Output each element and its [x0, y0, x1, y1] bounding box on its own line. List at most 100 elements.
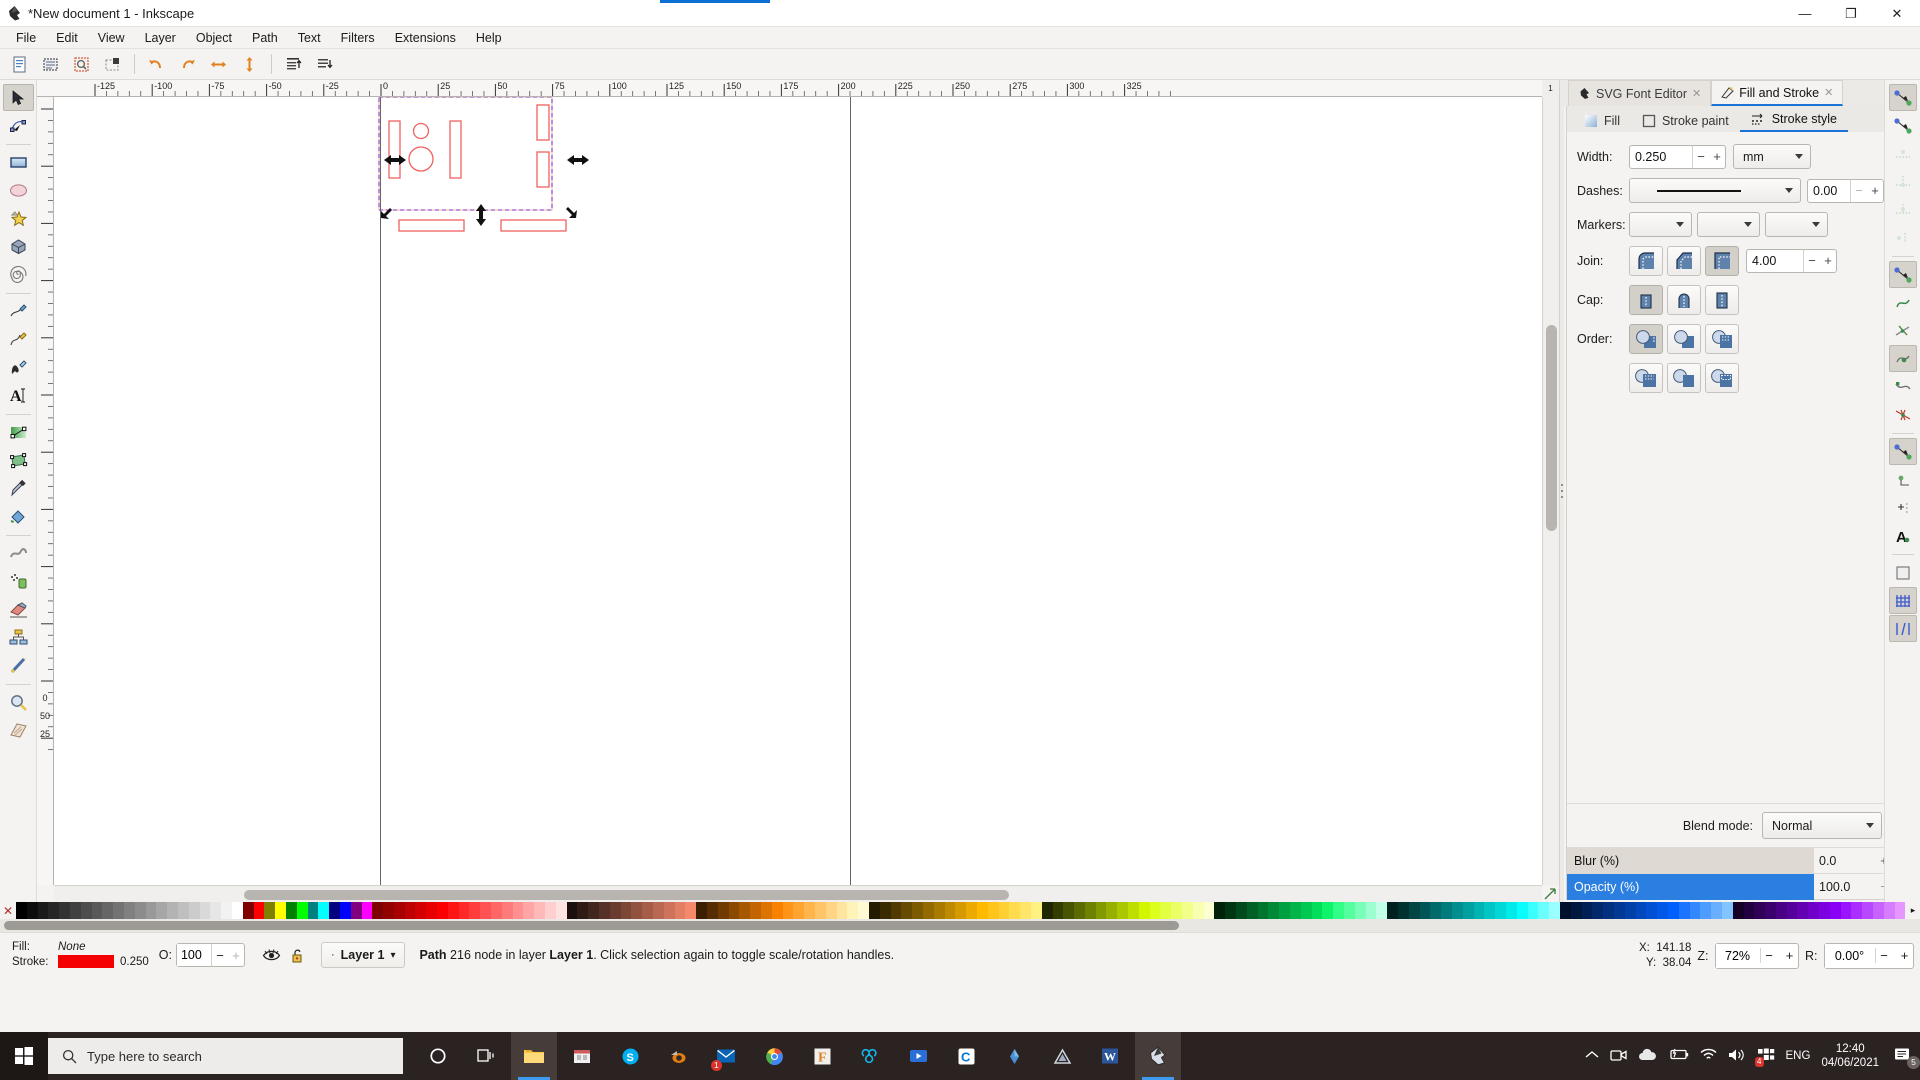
eye-icon[interactable]	[259, 948, 285, 963]
palette-swatch[interactable]	[599, 902, 610, 919]
palette-swatch[interactable]	[685, 902, 697, 919]
palette-swatch[interactable]	[728, 902, 740, 919]
speaker-icon[interactable]	[1728, 1048, 1746, 1065]
miter-limit-decrement[interactable]: −	[1804, 250, 1820, 272]
battery-charging-icon[interactable]	[1668, 1048, 1689, 1064]
join-miter-button[interactable]	[1705, 246, 1739, 276]
cap-square-button[interactable]	[1705, 285, 1739, 315]
palette-swatch[interactable]	[253, 902, 265, 919]
palette-swatch[interactable]	[707, 902, 718, 919]
palette-swatch[interactable]	[426, 902, 438, 919]
palette-swatch[interactable]	[631, 902, 643, 919]
palette-swatch[interactable]	[1505, 902, 1517, 919]
palette-swatch[interactable]	[1408, 902, 1420, 919]
cap-round-button[interactable]	[1667, 285, 1701, 315]
miter-limit-input[interactable]	[1747, 250, 1803, 272]
blend-mode-dropdown[interactable]: Normal	[1762, 812, 1882, 839]
palette-swatch[interactable]	[1290, 902, 1301, 919]
palette-swatch[interactable]	[750, 902, 761, 919]
palette-swatch[interactable]	[1657, 902, 1668, 919]
palette-swatch[interactable]	[922, 902, 934, 919]
palette-scrollbar[interactable]	[0, 919, 1920, 932]
scale-handle-right[interactable]	[567, 153, 589, 167]
palette-swatch[interactable]	[1214, 902, 1226, 919]
palette-swatch[interactable]	[534, 902, 546, 919]
snap-page-border-toggle[interactable]	[1889, 559, 1917, 586]
eraser-tool[interactable]	[3, 596, 34, 623]
palette-swatch[interactable]	[242, 902, 254, 919]
palette-swatch[interactable]	[1462, 902, 1474, 919]
palette-swatch[interactable]	[955, 902, 967, 919]
palette-swatch[interactable]	[1009, 902, 1021, 919]
scale-handle-left[interactable]	[384, 153, 406, 167]
palette-swatch[interactable]	[329, 902, 340, 919]
order-stroke-markers-fill-button[interactable]	[1629, 363, 1663, 393]
stroke-width-unit-dropdown[interactable]: mm	[1733, 144, 1811, 169]
cloud-icon[interactable]	[1638, 1048, 1657, 1064]
palette-scroll-right-icon[interactable]: ▸	[1906, 902, 1920, 919]
snap-paths-toggle[interactable]	[1889, 289, 1917, 316]
rotation-decrement[interactable]: −	[1876, 948, 1893, 963]
menu-object[interactable]: Object	[186, 29, 242, 47]
blender-icon[interactable]	[655, 1032, 701, 1080]
dash-offset-stepper[interactable]: − +	[1850, 179, 1883, 202]
palette-swatch[interactable]	[437, 902, 448, 919]
palette-swatch[interactable]	[1862, 902, 1874, 919]
palette-swatch[interactable]	[1441, 902, 1452, 919]
snap-path-intersections-toggle[interactable]	[1889, 317, 1917, 344]
join-bevel-button[interactable]	[1667, 246, 1701, 276]
flip-vertical-icon[interactable]	[234, 51, 265, 78]
palette-swatch[interactable]	[1689, 902, 1701, 919]
layer-selector[interactable]: · Layer 1 ▾	[320, 942, 406, 968]
palette-swatch[interactable]	[901, 902, 913, 919]
vertical-scroll-thumb[interactable]	[1546, 325, 1557, 531]
cap-butt-button[interactable]	[1629, 285, 1663, 315]
palette-swatch[interactable]	[814, 902, 826, 919]
order-fill-stroke-markers-button[interactable]	[1629, 324, 1663, 354]
stroke-width-stepper[interactable]: − +	[1692, 145, 1725, 168]
page-indicator[interactable]: 1	[1542, 80, 1559, 97]
zoom-field[interactable]: − +	[1714, 942, 1800, 969]
palette-swatch[interactable]	[69, 902, 81, 919]
order-markers-stroke-fill-button[interactable]	[1705, 363, 1739, 393]
file-explorer-icon[interactable]	[511, 1032, 557, 1080]
menu-view[interactable]: View	[88, 29, 135, 47]
palette-swatch[interactable]	[285, 902, 297, 919]
blur-slider[interactable]: Blur (%)	[1567, 847, 1814, 874]
scale-handle-bottom[interactable]	[474, 204, 488, 226]
sketchup-icon[interactable]	[991, 1032, 1037, 1080]
snap-text-baselines-toggle[interactable]: A	[1889, 522, 1917, 549]
palette-swatch[interactable]	[167, 902, 178, 919]
palette-swatch[interactable]	[577, 902, 589, 919]
palette-swatch[interactable]	[1635, 902, 1647, 919]
zoom-increment[interactable]: +	[1781, 948, 1798, 963]
palette-swatch[interactable]	[231, 902, 243, 919]
menu-edit[interactable]: Edit	[46, 29, 88, 47]
taskbar-search-box[interactable]: Type here to search	[48, 1038, 403, 1074]
palette-swatch[interactable]	[1592, 902, 1604, 919]
palette-swatch[interactable]	[383, 902, 394, 919]
palette-swatch[interactable]	[944, 902, 956, 919]
mesh-gradient-tool[interactable]	[3, 447, 34, 474]
palette-swatch[interactable]	[1775, 902, 1787, 919]
palette-swatch[interactable]	[264, 902, 276, 919]
palette-swatch[interactable]	[760, 902, 772, 919]
measure-tool[interactable]	[3, 652, 34, 679]
palette-swatch[interactable]	[1581, 902, 1593, 919]
zoom-tool[interactable]	[3, 689, 34, 716]
menu-file[interactable]: File	[6, 29, 46, 47]
palette-swatch[interactable]	[1538, 902, 1550, 919]
stroke-color-swatch[interactable]	[58, 955, 114, 969]
bezier-pen-tool[interactable]	[3, 326, 34, 353]
flip-horizontal-icon[interactable]	[203, 51, 234, 78]
sticky-zoom-icon[interactable]	[1543, 887, 1557, 901]
palette-swatch[interactable]	[1430, 902, 1442, 919]
opacity-value[interactable]: 100.0	[1814, 880, 1876, 894]
snap-line-midpoints-toggle[interactable]	[1889, 401, 1917, 428]
palette-swatch[interactable]	[1646, 902, 1658, 919]
palette-swatch[interactable]	[1063, 902, 1075, 919]
horizontal-ruler[interactable]: -125 -100 -75 -50 -25 0 25 50 75 100 125 150 175 200 2…	[37, 80, 1559, 97]
3dbox-tool[interactable]	[3, 233, 34, 260]
palette-swatch[interactable]	[1322, 902, 1334, 919]
palette-swatch[interactable]	[1041, 902, 1053, 919]
